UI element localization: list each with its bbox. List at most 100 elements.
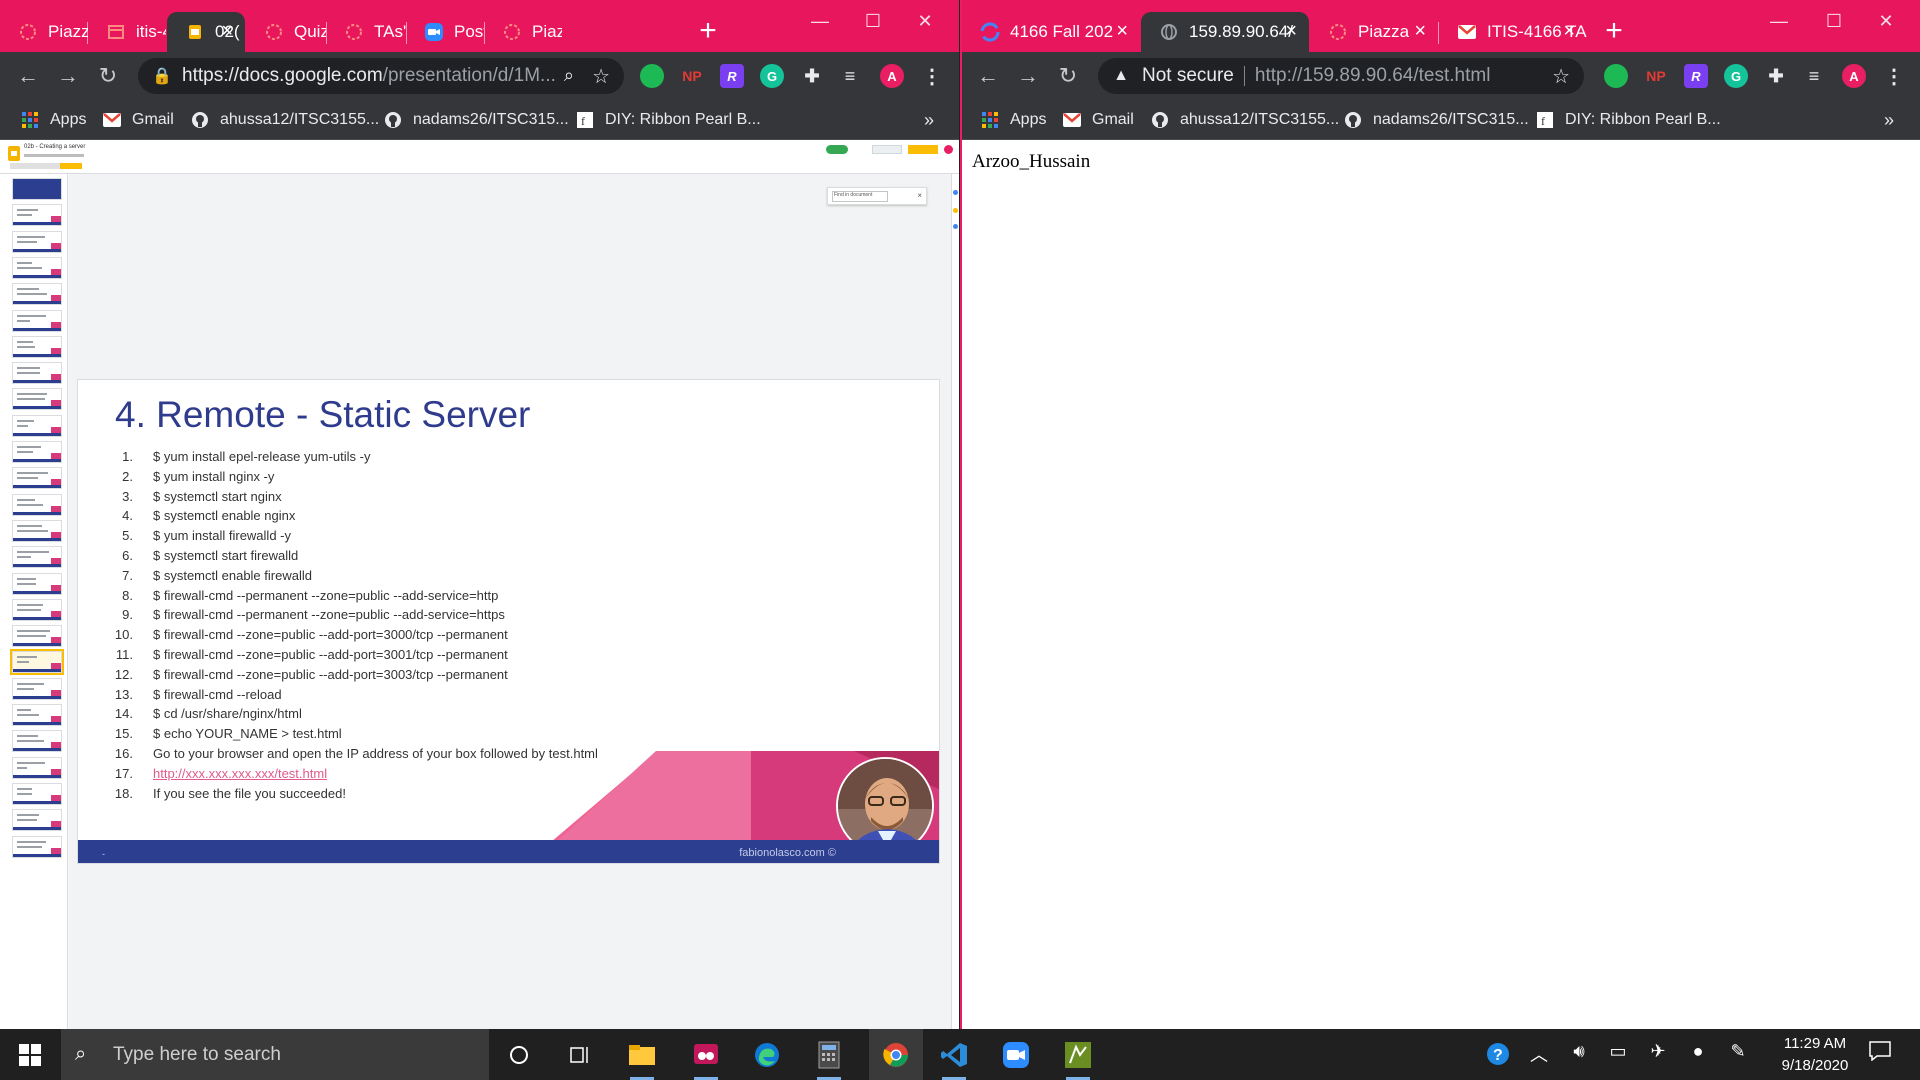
microphone-icon[interactable]: ● xyxy=(1684,1041,1712,1062)
media-control-icon[interactable]: ≡ xyxy=(1802,64,1826,88)
pen-icon[interactable]: ✎ xyxy=(1724,1041,1752,1062)
system-clock[interactable]: 11:29 AM 9/18/2020 xyxy=(1760,1033,1870,1077)
slide-thumbnail[interactable] xyxy=(12,677,62,700)
tab-quiz[interactable]: Quiz: C xyxy=(246,12,326,52)
slide-thumbnail[interactable] xyxy=(12,809,62,832)
np-extension-icon[interactable]: NP xyxy=(1644,64,1668,88)
example-url-link[interactable]: http://xxx.xxx.xxx.xxx/test.html xyxy=(153,766,327,781)
slide-thumbnail[interactable] xyxy=(10,649,64,676)
extension-green-icon[interactable] xyxy=(1604,64,1628,88)
slide-thumbnail[interactable] xyxy=(12,598,62,621)
tab-slides[interactable]: 02( × xyxy=(167,12,245,52)
chrome-button[interactable] xyxy=(869,1029,923,1080)
bookmark-gmail[interactable]: Gmail xyxy=(1062,108,1134,132)
close-tab-icon[interactable]: × xyxy=(1285,20,1297,43)
forward-button[interactable]: → xyxy=(54,62,82,90)
find-box[interactable]: Find in document × xyxy=(827,187,927,205)
close-tab-icon[interactable]: × xyxy=(1563,20,1575,43)
current-slide[interactable]: 4. Remote - Static Server 1. $ yum instal… xyxy=(77,379,940,864)
vscode-button[interactable] xyxy=(932,1037,976,1080)
bookmark-github-1[interactable]: ahussa12/ITSC3155... xyxy=(190,108,379,132)
maximize-button[interactable]: ☐ xyxy=(1809,6,1859,36)
show-hidden-icons[interactable]: ︿ xyxy=(1525,1041,1553,1067)
slide-thumbnail[interactable] xyxy=(12,704,62,726)
np-extension-icon[interactable]: NP xyxy=(680,64,704,88)
r-extension-icon[interactable]: R xyxy=(720,64,744,88)
close-tab-icon[interactable]: × xyxy=(1116,20,1128,43)
grammarly-icon[interactable]: G xyxy=(1724,64,1748,88)
close-tab-icon[interactable]: × xyxy=(1414,20,1426,43)
taskbar-search-box[interactable]: ⌕ Type here to search xyxy=(61,1029,489,1080)
tab-piazza[interactable]: Piazza × xyxy=(1310,12,1438,52)
tab-itis[interactable]: itis-41( xyxy=(88,12,166,52)
close-tab-icon[interactable]: × xyxy=(221,20,233,43)
media-control-icon[interactable]: ≡ xyxy=(838,64,862,88)
slide-thumbnail[interactable] xyxy=(12,519,62,542)
edge-button[interactable] xyxy=(745,1037,789,1073)
extensions-puzzle-icon[interactable]: ✚ xyxy=(800,64,824,88)
slide-thumbnail[interactable] xyxy=(12,625,62,648)
back-button[interactable]: ← xyxy=(14,62,42,90)
address-bar[interactable]: 🔒 https://docs.google.com/presentation/d… xyxy=(138,58,624,94)
slide-filmstrip[interactable] xyxy=(0,174,68,1029)
slide-thumbnail[interactable] xyxy=(12,835,62,858)
bookmark-diy[interactable]: f DIY: Ribbon Pearl B... xyxy=(575,108,761,132)
menu-kebab-icon[interactable]: ⋮ xyxy=(1882,64,1906,88)
task-view-button[interactable] xyxy=(558,1037,602,1073)
tab-4166-fall[interactable]: 4166 Fall 202 × xyxy=(962,12,1140,52)
bookmark-apps[interactable]: Apps xyxy=(980,108,1046,132)
close-window-button[interactable]: ✕ xyxy=(1861,6,1911,36)
cortana-button[interactable] xyxy=(497,1037,541,1073)
close-find-icon[interactable]: × xyxy=(917,191,922,200)
vertical-scrollbar[interactable] xyxy=(951,174,959,1029)
profile-avatar[interactable]: A xyxy=(880,64,904,88)
present-button[interactable] xyxy=(872,145,902,154)
tab-piazza-2[interactable]: Piazza xyxy=(484,12,562,52)
slide-thumbnail[interactable] xyxy=(12,204,62,227)
snipping-tool-button[interactable] xyxy=(684,1037,728,1080)
collaborator-avatars[interactable] xyxy=(826,145,848,154)
slide-thumbnail[interactable] xyxy=(12,467,62,490)
profile-avatar[interactable]: A xyxy=(1842,64,1866,88)
slide-thumbnail[interactable] xyxy=(12,414,62,437)
tab-tas[interactable]: TAs' Vi xyxy=(326,12,406,52)
bookmark-star-icon[interactable]: ☆ xyxy=(592,64,610,89)
help-icon[interactable]: ? xyxy=(1484,1041,1512,1072)
bookmarks-overflow-button[interactable]: » xyxy=(924,108,934,132)
slide-thumbnail[interactable] xyxy=(12,178,62,200)
new-tab-button[interactable]: + xyxy=(690,14,726,50)
reload-button[interactable]: ↻ xyxy=(1054,62,1082,90)
bookmark-star-icon[interactable]: ☆ xyxy=(1552,64,1570,89)
maximize-button[interactable]: ☐ xyxy=(848,6,898,36)
tab-test-page[interactable]: 159.89.90.64/ × xyxy=(1141,12,1309,52)
file-explorer-button[interactable] xyxy=(620,1037,664,1080)
back-button[interactable]: ← xyxy=(974,62,1002,90)
slide-thumbnail[interactable] xyxy=(12,256,62,279)
minimize-button[interactable]: — xyxy=(795,6,845,36)
airplane-mode-icon[interactable]: ✈ xyxy=(1644,1041,1672,1062)
bookmark-github-2[interactable]: nadams26/ITSC315... xyxy=(383,108,569,132)
slide-thumbnail[interactable] xyxy=(12,572,62,595)
grammarly-icon[interactable]: G xyxy=(760,64,784,88)
tab-piazza-1[interactable]: Piazza xyxy=(0,12,88,52)
r-extension-icon[interactable]: R xyxy=(1684,64,1708,88)
bookmark-github-1[interactable]: ahussa12/ITSC3155... xyxy=(1150,108,1339,132)
slide-thumbnail[interactable] xyxy=(12,388,62,411)
doc-title[interactable]: 02b - Creating a server xyxy=(24,144,85,150)
tab-itis-ta[interactable]: ITIS-4166 TA × xyxy=(1439,12,1587,52)
slide-thumbnail[interactable] xyxy=(12,335,62,358)
extension-green-icon[interactable] xyxy=(640,64,664,88)
bookmark-apps[interactable]: Apps xyxy=(20,108,86,132)
slide-thumbnail[interactable] xyxy=(12,362,62,385)
slide-thumbnail[interactable] xyxy=(12,230,62,253)
slide-thumbnail[interactable] xyxy=(12,546,62,569)
address-bar[interactable]: ▲ Not secure http://159.89.90.64/test.ht… xyxy=(1098,58,1584,94)
menu-items[interactable] xyxy=(24,154,84,157)
battery-icon[interactable]: ▭ xyxy=(1604,1041,1632,1062)
tab-post[interactable]: Post A xyxy=(406,12,484,52)
bookmarks-overflow-button[interactable]: » xyxy=(1884,108,1894,132)
account-avatar[interactable] xyxy=(944,145,953,154)
notifications-icon[interactable] xyxy=(1866,1041,1894,1066)
security-label[interactable]: Not secure xyxy=(1142,65,1234,87)
volume-icon[interactable]: 🔊︎ xyxy=(1565,1041,1593,1062)
